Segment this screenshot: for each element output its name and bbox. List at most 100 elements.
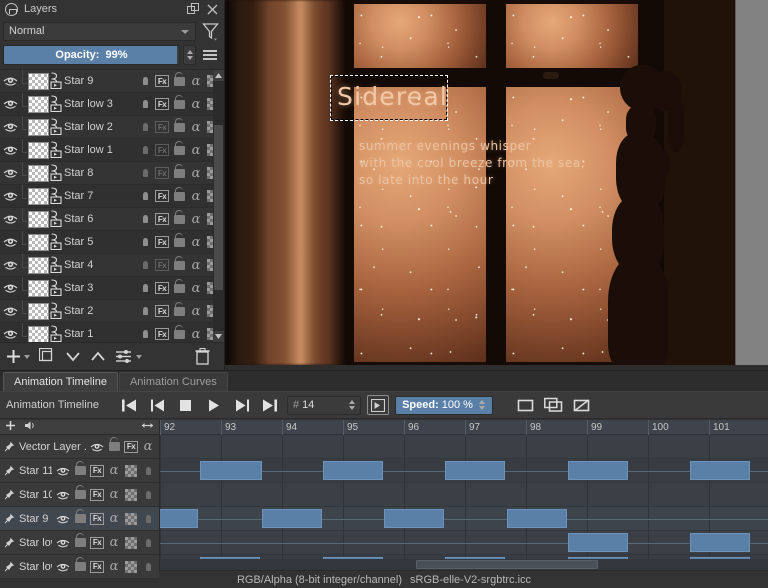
layer-thumbnail[interactable] xyxy=(28,210,49,228)
onion-skin-icon[interactable] xyxy=(138,304,152,318)
timeline-horizontal-scrollbar[interactable] xyxy=(160,559,768,570)
keyframe-block[interactable] xyxy=(568,461,628,480)
layer-visibility-icon[interactable] xyxy=(56,560,70,574)
layer-properties-icon[interactable] xyxy=(115,349,132,364)
previous-frame-icon[interactable] xyxy=(147,394,169,416)
onion-skin-icon[interactable] xyxy=(138,189,152,203)
keyframe-block[interactable] xyxy=(445,461,505,480)
alpha-inherit-icon[interactable]: α xyxy=(189,166,203,181)
play-icon[interactable] xyxy=(203,394,225,416)
layer-style-fx-icon[interactable]: Fx xyxy=(155,258,169,272)
alpha-inherit-icon[interactable]: α xyxy=(107,559,121,574)
keyframe-block[interactable] xyxy=(507,509,567,528)
layer-style-fx-icon[interactable]: Fx xyxy=(90,512,104,526)
add-layer-dropdown-icon[interactable] xyxy=(24,354,30,359)
onion-skin-icon[interactable] xyxy=(138,281,152,295)
alpha-inherit-icon[interactable]: α xyxy=(189,258,203,273)
layer-style-fx-icon[interactable]: Fx xyxy=(90,488,104,502)
layer-visibility-icon[interactable] xyxy=(2,300,19,323)
skip-to-first-frame-icon[interactable] xyxy=(119,394,141,416)
onion-skin-icon[interactable] xyxy=(138,143,152,157)
onion-skin-icon[interactable] xyxy=(141,464,155,478)
next-frame-icon[interactable] xyxy=(231,394,253,416)
layer-thumbnail[interactable] xyxy=(28,164,49,182)
keyframe-block[interactable] xyxy=(690,461,750,480)
keyframe-block[interactable] xyxy=(200,461,262,480)
alpha-inherit-icon[interactable]: α xyxy=(189,235,203,250)
layer-thumbnail[interactable] xyxy=(28,118,49,136)
alpha-lock-icon[interactable] xyxy=(124,536,138,550)
scroll-up-arrow[interactable] xyxy=(213,70,224,81)
layer-style-fx-icon[interactable]: Fx xyxy=(155,143,169,157)
layer-row[interactable]: Star 1 Fx α xyxy=(0,322,224,342)
onion-skin-icon[interactable] xyxy=(141,512,155,526)
keyframe-block[interactable] xyxy=(262,509,322,528)
onion-skin-icon[interactable] xyxy=(138,120,152,134)
layer-properties-dropdown-icon[interactable] xyxy=(136,354,142,359)
pin-layer-icon[interactable] xyxy=(4,513,15,524)
alpha-lock-icon[interactable] xyxy=(124,512,138,526)
artwork-image[interactable]: Sidereal summer evenings whisper with th… xyxy=(225,0,735,365)
layer-visibility-icon[interactable] xyxy=(2,70,19,93)
keyframe-block[interactable] xyxy=(323,461,383,480)
layer-style-fx-icon[interactable]: Fx xyxy=(90,560,104,574)
resize-columns-icon[interactable] xyxy=(141,421,154,433)
layer-visibility-icon[interactable] xyxy=(2,277,19,300)
alpha-inherit-icon[interactable]: α xyxy=(189,74,203,89)
layer-row[interactable]: Star 3 Fx α xyxy=(0,276,224,300)
alpha-inherit-icon[interactable]: α xyxy=(107,463,121,478)
layer-visibility-icon[interactable] xyxy=(2,208,19,231)
speed-stepper[interactable] xyxy=(476,395,489,415)
opacity-slider[interactable]: Opacity: 99% xyxy=(3,45,180,65)
layer-visibility-icon[interactable] xyxy=(56,536,70,550)
layer-style-fx-icon[interactable]: Fx xyxy=(155,212,169,226)
onion-skin-icon[interactable] xyxy=(138,166,152,180)
onion-skin-icon[interactable] xyxy=(138,327,152,341)
layer-style-fx-icon[interactable]: Fx xyxy=(155,189,169,203)
timeline-layer-row[interactable]: Star low 3 Fxα xyxy=(0,531,159,555)
layer-visibility-icon[interactable] xyxy=(56,488,70,502)
layer-thumbnail[interactable] xyxy=(28,233,49,251)
onion-skin-icon[interactable] xyxy=(141,560,155,574)
audio-icon[interactable] xyxy=(24,420,36,434)
blend-mode-select[interactable]: Normal xyxy=(3,21,196,41)
pin-layer-icon[interactable] xyxy=(4,489,15,500)
timeline-layer-row[interactable]: Star 9 Fx α xyxy=(0,507,159,531)
lock-layer-icon[interactable] xyxy=(172,140,186,157)
layer-visibility-icon[interactable] xyxy=(56,464,70,478)
playback-speed-slider[interactable]: Speed: 100 % xyxy=(395,395,493,415)
timeline-layer-row[interactable]: Star low 2 Fxα xyxy=(0,555,159,579)
move-layer-up-icon[interactable] xyxy=(90,350,106,363)
onion-skin-icon[interactable] xyxy=(138,97,152,111)
alpha-inherit-icon[interactable]: α xyxy=(141,439,155,454)
lock-layer-icon[interactable] xyxy=(172,94,186,111)
timeline-ruler[interactable]: 92 93 94 95 96 97 98 99 100 101 xyxy=(160,420,768,435)
layer-style-fx-icon[interactable]: Fx xyxy=(155,166,169,180)
pin-layer-icon[interactable] xyxy=(4,561,15,572)
layer-thumbnail[interactable] xyxy=(28,187,49,205)
layer-visibility-icon[interactable] xyxy=(2,93,19,116)
lock-layer-icon[interactable] xyxy=(172,324,186,341)
layer-thumbnail[interactable] xyxy=(28,95,49,113)
add-keyframe-icon[interactable] xyxy=(515,394,537,416)
tab-animation-curves[interactable]: Animation Curves xyxy=(118,372,228,391)
alpha-inherit-icon[interactable]: α xyxy=(189,212,203,227)
layer-visibility-icon[interactable] xyxy=(2,254,19,277)
alpha-inherit-icon[interactable]: α xyxy=(107,535,121,550)
pin-layer-icon[interactable] xyxy=(4,441,15,452)
pin-layer-icon[interactable] xyxy=(4,537,15,548)
layer-thumbnail[interactable] xyxy=(28,141,49,159)
lock-layer-icon[interactable] xyxy=(172,232,186,249)
layer-style-fx-icon[interactable]: Fx xyxy=(155,120,169,134)
layer-visibility-icon[interactable] xyxy=(2,139,19,162)
alpha-inherit-icon[interactable]: α xyxy=(107,487,121,502)
lock-layer-icon[interactable] xyxy=(172,163,186,180)
layer-list-scrollbar[interactable] xyxy=(213,70,224,342)
add-timeline-layer-icon[interactable] xyxy=(5,420,16,434)
lock-icon[interactable] xyxy=(4,2,19,17)
onion-skin-icon[interactable] xyxy=(141,488,155,502)
layer-style-fx-icon[interactable]: Fx xyxy=(155,304,169,318)
keyframe-block[interactable] xyxy=(568,533,628,552)
layer-thumbnail[interactable] xyxy=(28,302,49,320)
tab-animation-timeline[interactable]: Animation Timeline xyxy=(3,372,118,391)
